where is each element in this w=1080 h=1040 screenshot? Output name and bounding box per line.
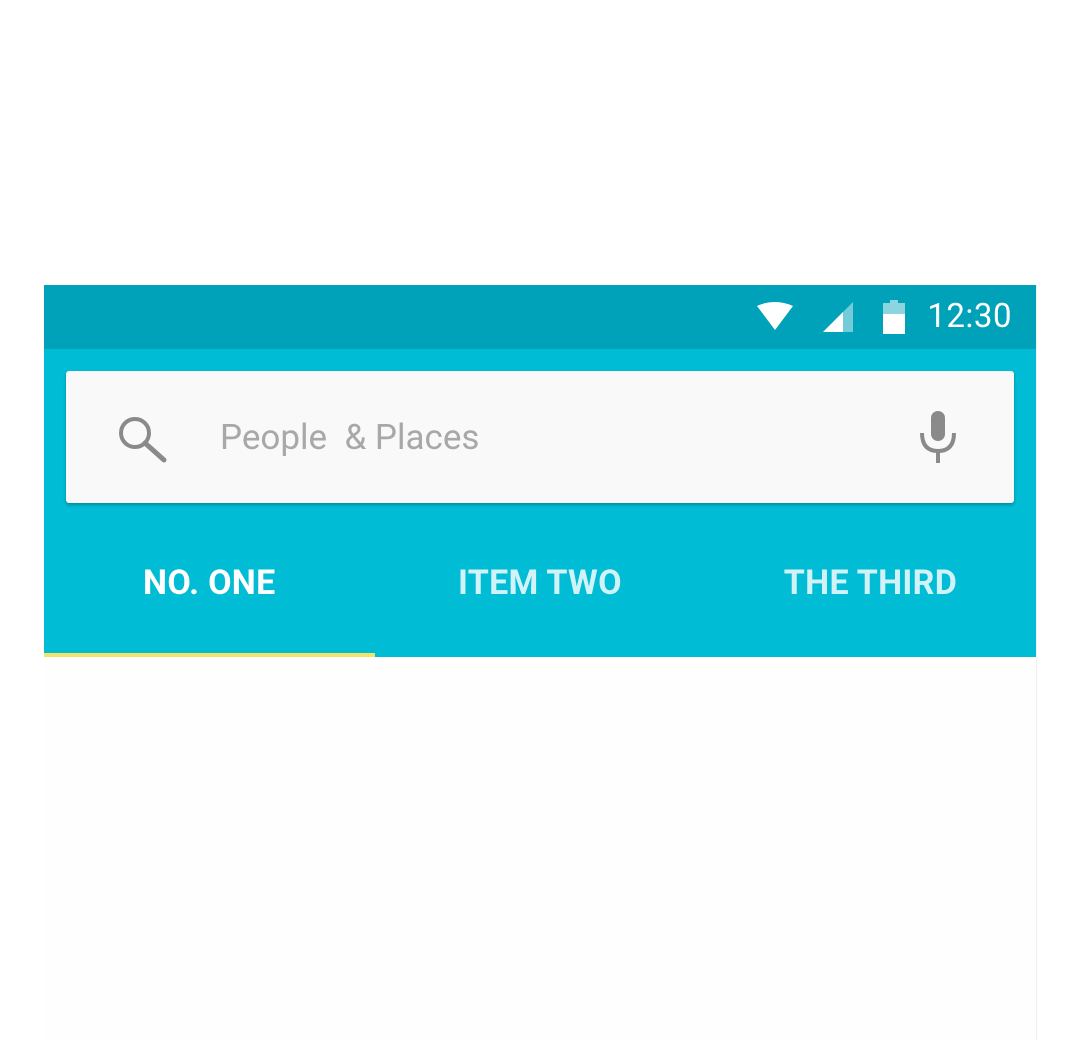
tab-label: ITEM TWO (457, 563, 622, 603)
search-input[interactable] (220, 407, 680, 467)
signal-icon (823, 302, 854, 332)
tab-item-two[interactable]: ITEM TWO (375, 543, 706, 657)
tab-no-one[interactable]: NO. ONE (44, 543, 375, 657)
status-bar: 12:30 (44, 285, 1036, 349)
search-icon[interactable] (116, 415, 168, 463)
status-time: 12:30 (927, 297, 1012, 336)
content-area (44, 657, 1036, 1040)
tab-label: NO. ONE (143, 563, 276, 603)
page: 12:30 People & Places NO. ONE ITEM TWO T… (0, 0, 1080, 1040)
wifi-icon (757, 302, 794, 332)
battery-icon (883, 300, 906, 334)
phone-screen: 12:30 People & Places NO. ONE ITEM TWO T… (44, 285, 1037, 1040)
status-icons: 12:30 (757, 298, 1012, 336)
search-bar[interactable] (66, 371, 1014, 503)
mic-icon[interactable] (918, 409, 958, 465)
tab-label: THE THIRD (783, 563, 958, 603)
app-toolbar: NO. ONE ITEM TWO THE THIRD (44, 349, 1036, 657)
tab-the-third[interactable]: THE THIRD (705, 543, 1036, 657)
tab-bar: NO. ONE ITEM TWO THE THIRD (44, 543, 1036, 657)
